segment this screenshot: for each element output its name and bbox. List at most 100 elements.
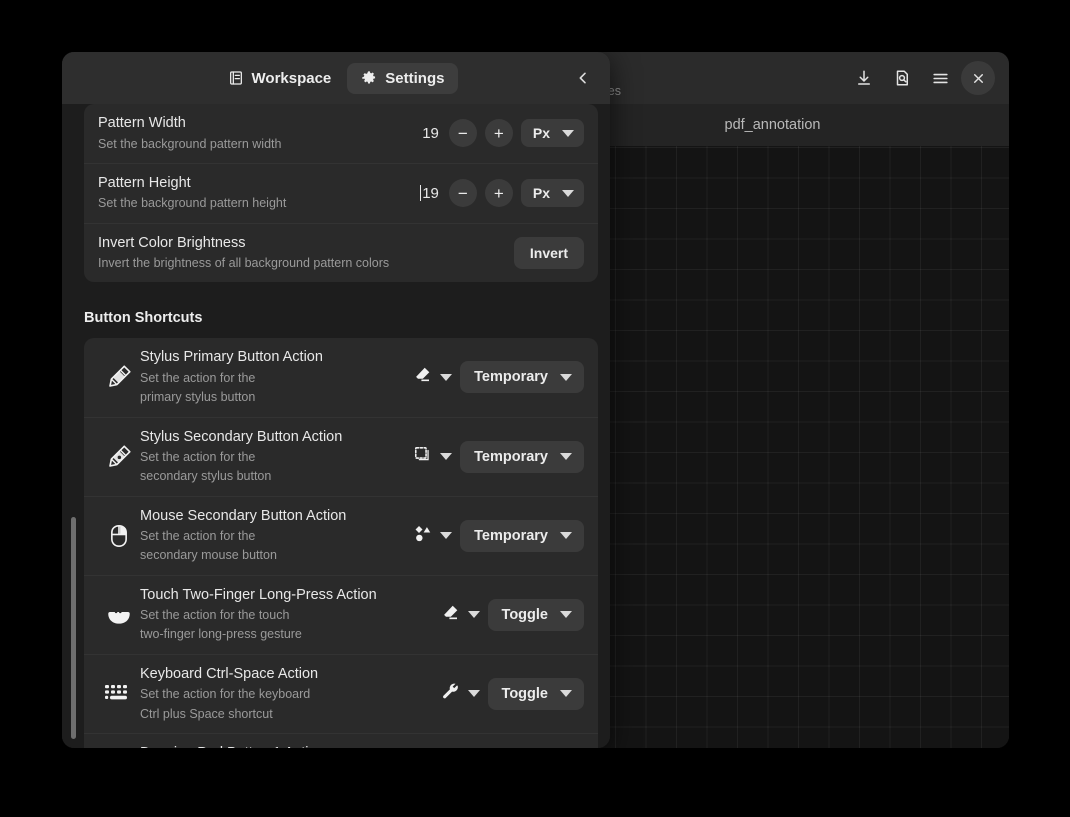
keyboard-ctrl-space-mode-dropdown[interactable]: Toggle [487, 677, 584, 710]
pattern-height-increment-button[interactable]: + [484, 179, 513, 208]
unit-label: Px [532, 125, 550, 142]
row-text: Touch Two-Finger Long-Press Action Set t… [140, 586, 441, 644]
stylus-secondary-mode-dropdown[interactable]: Temporary [460, 440, 584, 473]
dialog-body: Pattern Width Set the background pattern… [62, 104, 610, 748]
row-controls: Toggle [441, 677, 584, 710]
select-rectangle-icon [413, 445, 432, 469]
row-text: Invert Color Brightness Invert the brigh… [98, 234, 514, 273]
chevron-down-icon [440, 453, 453, 461]
mouse-secondary-tool-dropdown[interactable] [413, 524, 453, 548]
row-subtitle: Set the background pattern height [98, 196, 287, 211]
download-icon[interactable] [847, 61, 881, 95]
row-subtitle-line2: secondary stylus button [140, 469, 272, 484]
pattern-height-decrement-button[interactable]: − [448, 179, 477, 208]
pattern-height-value: 19 [422, 184, 439, 202]
row-subtitle-line1: Set the action for the keyboard [140, 687, 311, 702]
chevron-down-icon [560, 453, 572, 461]
row-title: Pattern Width [98, 115, 186, 131]
stylus-primary-mode-dropdown[interactable]: Temporary [460, 361, 584, 394]
row-subtitle-line2: primary stylus button [140, 390, 256, 405]
pattern-height-value-wrap[interactable]: 19 [407, 184, 441, 202]
shapes-icon [413, 524, 432, 548]
row-pattern-width: Pattern Width Set the background pattern… [84, 104, 598, 163]
keyboard-icon [98, 683, 140, 705]
row-controls: Toggle [441, 598, 584, 631]
row-text: Pattern Width Set the background pattern… [98, 114, 407, 153]
chevron-down-icon [562, 189, 574, 197]
chevron-down-icon [560, 373, 572, 381]
tab-settings[interactable]: Settings [347, 62, 459, 94]
row-keyboard-ctrl-space-action: Keyboard Ctrl-Space Action Set the actio… [84, 653, 598, 733]
chevron-down-icon [440, 532, 453, 540]
row-text: Stylus Secondary Button Action Set the a… [140, 428, 413, 486]
invert-button[interactable]: Invert [513, 237, 584, 270]
row-subtitle-line2: Ctrl plus Space shortcut [140, 706, 273, 721]
dialog-header: Workspace Settings [62, 52, 610, 104]
gear-icon [361, 70, 377, 86]
pattern-width-decrement-button[interactable]: − [448, 119, 477, 148]
row-title: Keyboard Ctrl-Space Action [140, 665, 319, 682]
chevron-down-icon [560, 532, 572, 540]
stylus-secondary-tool-dropdown[interactable] [413, 445, 453, 469]
find-in-document-icon[interactable] [885, 61, 919, 95]
touch-two-finger-mode-dropdown[interactable]: Toggle [487, 598, 584, 631]
row-stylus-secondary-button-action: Stylus Secondary Button Action Set the a… [84, 416, 598, 496]
row-stylus-primary-button-action: Stylus Primary Button Action Set the act… [84, 338, 598, 416]
row-title: Drawing Pad Button 1 Action [140, 744, 402, 748]
tab-workspace[interactable]: Workspace [214, 63, 346, 94]
chevron-down-icon [440, 373, 453, 381]
wrench-icon [441, 682, 460, 706]
chevron-down-icon [562, 129, 574, 137]
row-title: Invert Color Brightness [98, 234, 246, 251]
close-window-icon[interactable] [961, 61, 995, 95]
settings-dialog: Workspace Settings Pattern Width Set the… [62, 52, 610, 748]
row-subtitle-line1: Set the action for the [140, 371, 256, 385]
chevron-down-icon [467, 690, 480, 698]
main-menu-icon[interactable] [923, 61, 957, 95]
row-invert-color-brightness: Invert Color Brightness Invert the brigh… [84, 222, 598, 283]
background-pattern-card: Pattern Width Set the background pattern… [84, 104, 598, 283]
pattern-height-unit-dropdown[interactable]: Px [520, 179, 584, 208]
eraser-icon [413, 365, 432, 389]
chevron-down-icon [560, 611, 572, 619]
stylus-primary-tool-dropdown[interactable] [413, 365, 453, 389]
row-text: Keyboard Ctrl-Space Action Set the actio… [140, 665, 441, 723]
mouse-icon [98, 523, 140, 549]
row-controls: 19 − + Px [407, 179, 584, 208]
row-subtitle: Set the background pattern width [98, 136, 282, 151]
row-subtitle-line1: Set the action for the [140, 529, 256, 544]
touch-two-finger-icon [98, 601, 140, 629]
row-title: Stylus Secondary Button Action [140, 428, 343, 445]
row-controls: Temporary [413, 440, 584, 473]
row-text: Mouse Secondary Button Action Set the ac… [140, 507, 413, 565]
row-drawing-pad-button-1-action: 1 Drawing Pad Button 1 Action Set the ac… [84, 732, 598, 748]
row-controls: 19 − + Px [407, 119, 584, 148]
chevron-down-icon [560, 690, 572, 698]
pattern-width-unit-dropdown[interactable]: Px [520, 119, 584, 148]
mode-label: Temporary [474, 369, 548, 386]
stylus-icon [98, 443, 140, 471]
row-title: Stylus Primary Button Action [140, 349, 323, 366]
pattern-width-increment-button[interactable]: + [484, 119, 513, 148]
row-controls: Temporary [413, 519, 584, 552]
button-shortcuts-card: Stylus Primary Button Action Set the act… [84, 338, 598, 748]
touch-two-finger-tool-dropdown[interactable] [441, 603, 480, 627]
unit-label: Px [532, 185, 550, 202]
row-title: Touch Two-Finger Long-Press Action [140, 586, 377, 603]
tab-settings-label: Settings [385, 69, 445, 87]
row-title: Pattern Height [98, 174, 191, 191]
pattern-width-value[interactable]: 19 [407, 125, 441, 142]
row-subtitle: Invert the brightness of all background … [98, 256, 390, 271]
row-subtitle-line1: Set the action for the touch [140, 608, 290, 623]
row-pattern-height: Pattern Height Set the background patter… [84, 162, 598, 223]
chevron-left-icon[interactable] [570, 65, 596, 91]
mode-label: Toggle [501, 685, 548, 702]
mode-label: Temporary [474, 527, 548, 544]
row-subtitle-line2: secondary mouse button [140, 548, 277, 563]
stylus-icon [98, 363, 140, 391]
dialog-tab-switcher: Workspace Settings [214, 62, 459, 94]
row-text: Drawing Pad Button 1 Action Set the acti… [140, 744, 412, 748]
keyboard-ctrl-space-tool-dropdown[interactable] [441, 682, 480, 706]
mouse-secondary-mode-dropdown[interactable]: Temporary [460, 519, 584, 552]
mode-label: Temporary [474, 448, 548, 465]
